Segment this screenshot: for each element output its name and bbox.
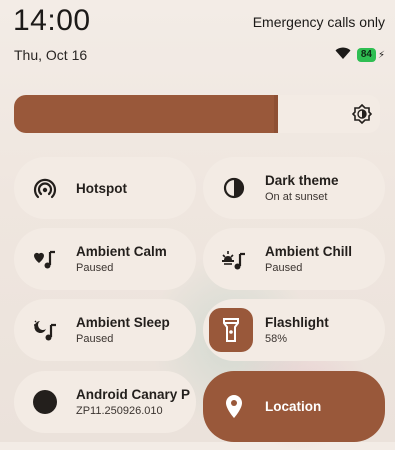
android-canary-icon [32,389,58,415]
auto-brightness-icon[interactable] [352,104,372,124]
brightness-fill [14,95,276,133]
brightness-slider[interactable] [14,95,380,133]
clock: 14:00 [13,4,91,37]
tile-label: Location [265,399,322,414]
tile-label: Flashlight [265,315,329,330]
tile-label: Ambient Calm [76,244,167,259]
tile-label: Ambient Sleep [76,315,170,330]
tile-label: Ambient Chill [265,244,352,259]
tile-subtitle: 58% [265,333,288,345]
tile-flashlight[interactable]: Flashlight 58% [203,299,385,361]
hotspot-icon [32,175,58,201]
tile-hotspot[interactable]: Hotspot [14,157,196,219]
tile-ambient-chill[interactable]: Ambient Chill Paused [203,228,385,290]
tile-label: Android Canary P [76,387,191,402]
tile-dark-theme[interactable]: Dark theme On at sunset [203,157,385,219]
tile-subtitle: ZP11.250926.010 [76,405,163,417]
location-icon [221,394,247,420]
sunset-music-icon [221,246,247,272]
tile-location[interactable]: Location [203,371,385,442]
tile-android-canary[interactable]: Android Canary P ZP11.250926.010 [14,371,196,433]
tile-subtitle: Paused [76,262,114,274]
tile-subtitle: Paused [76,333,114,345]
tile-ambient-sleep[interactable]: Ambient Sleep Paused [14,299,196,361]
charging-icon: ⚡ [377,49,385,61]
moon-music-icon [32,317,58,343]
brightness-handle[interactable] [273,95,278,133]
wifi-icon [335,46,351,64]
tile-label: Dark theme [265,173,339,188]
heart-music-icon [32,246,58,272]
tile-label: Hotspot [76,180,127,196]
flashlight-icon[interactable] [209,308,253,352]
battery-level: 84 [356,48,376,62]
tile-ambient-calm[interactable]: Ambient Calm Paused [14,228,196,290]
system-icons: 84 ⚡ [335,46,385,64]
dark-theme-icon [221,175,247,201]
network-status: Emergency calls only [252,14,385,30]
tile-subtitle: On at sunset [265,191,328,203]
tile-subtitle: Paused [265,262,303,274]
date: Thu, Oct 16 [14,47,88,63]
